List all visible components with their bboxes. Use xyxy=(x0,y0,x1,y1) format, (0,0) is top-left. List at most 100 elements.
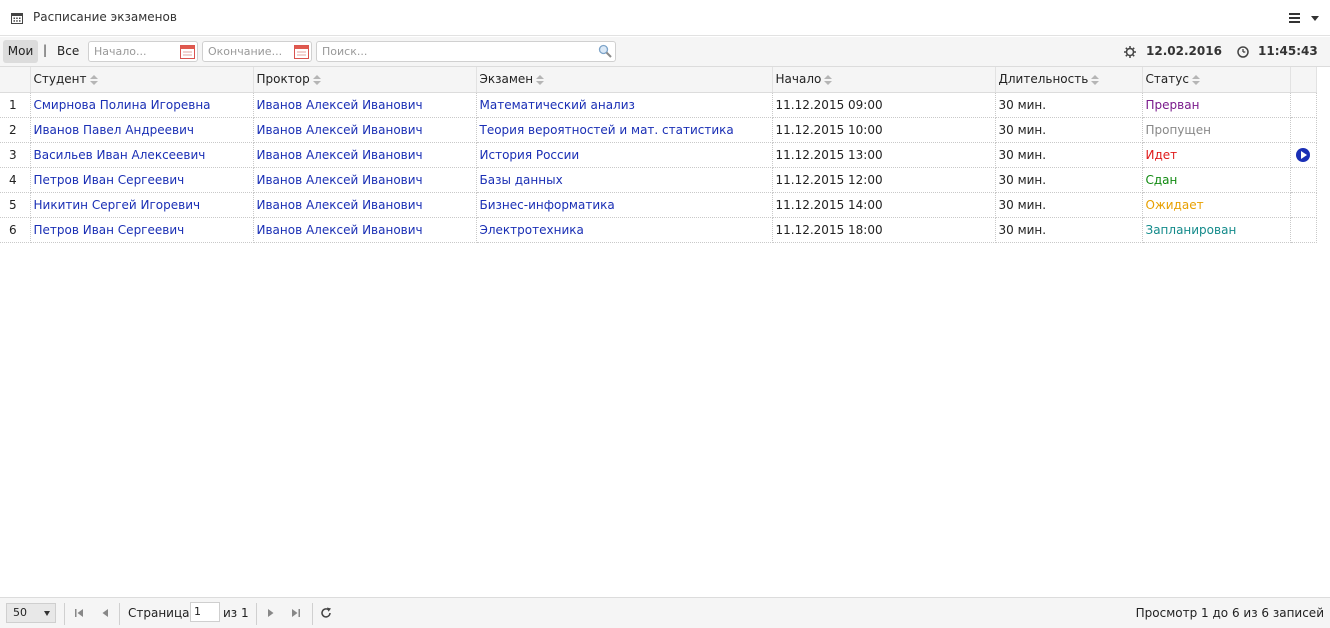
divider xyxy=(64,603,65,625)
row-actions xyxy=(1290,192,1317,218)
student-link[interactable]: Иванов Павел Андреевич xyxy=(34,123,195,137)
sort-icon[interactable] xyxy=(89,74,98,85)
exam-link[interactable]: Бизнес-информатика xyxy=(480,198,615,212)
page-label: Страница xyxy=(128,606,190,620)
row-number: 6 xyxy=(0,217,31,243)
last-page-icon[interactable] xyxy=(290,607,302,619)
row-number: 2 xyxy=(0,117,31,143)
table-row[interactable]: 5 Никитин Сергей Игоревич Иванов Алексей И… xyxy=(0,192,1317,218)
sort-icon[interactable] xyxy=(824,74,833,85)
exam-link[interactable]: Электротехника xyxy=(480,223,584,237)
start-time: 11.12.2015 13:00 xyxy=(772,142,996,168)
student-link[interactable]: Никитин Сергей Игоревич xyxy=(34,198,201,212)
table-row[interactable]: 2 Иванов Павел Андреевич Иванов Алексей Ив… xyxy=(0,117,1317,143)
sort-icon[interactable] xyxy=(1091,74,1100,85)
table-header-row: Студент Проктор Экзамен Начало Длительно… xyxy=(0,67,1317,93)
end-date-input[interactable]: Окончание... xyxy=(202,41,312,62)
column-header-duration[interactable]: Длительность xyxy=(995,67,1143,93)
exam-link[interactable]: Теория вероятностей и мат. статистика xyxy=(480,123,734,137)
divider xyxy=(312,603,313,625)
column-header-exam[interactable]: Экзамен xyxy=(476,67,773,93)
calendar-picker-icon[interactable] xyxy=(294,44,309,59)
column-header-start[interactable]: Начало xyxy=(772,67,996,93)
records-info: Просмотр 1 до 6 из 6 записей xyxy=(1135,606,1324,620)
next-page-icon[interactable] xyxy=(265,607,277,619)
proctor-link[interactable]: Иванов Алексей Иванович xyxy=(257,123,423,137)
sort-icon[interactable] xyxy=(536,74,545,85)
row-number-header xyxy=(0,67,31,93)
filter-mine-button[interactable]: Мои xyxy=(3,40,38,63)
clock-icon xyxy=(1237,46,1249,58)
start-time: 11.12.2015 14:00 xyxy=(772,192,996,218)
calendar-picker-icon[interactable] xyxy=(180,44,195,59)
duration: 30 мин. xyxy=(995,142,1143,168)
previous-page-icon[interactable] xyxy=(99,607,111,619)
chevron-down-icon[interactable] xyxy=(1311,16,1319,21)
current-date: 12.02.2016 xyxy=(1146,44,1222,58)
duration: 30 мин. xyxy=(995,117,1143,143)
current-time: 11:45:43 xyxy=(1258,44,1318,58)
title-bar: Расписание экзаменов xyxy=(0,0,1330,36)
duration: 30 мин. xyxy=(995,217,1143,243)
end-date-placeholder: Окончание... xyxy=(208,45,283,58)
gear-icon[interactable] xyxy=(1124,46,1136,58)
search-icon[interactable] xyxy=(598,44,612,58)
column-header-proctor[interactable]: Проктор xyxy=(253,67,477,93)
exam-link[interactable]: Базы данных xyxy=(480,173,563,187)
toolbar: Мои | Все Начало... Окончание... Поиск..… xyxy=(0,37,1330,67)
student-link[interactable]: Петров Иван Сергеевич xyxy=(34,173,185,187)
play-icon[interactable] xyxy=(1296,147,1310,162)
row-actions xyxy=(1290,92,1317,118)
status-label: Сдан xyxy=(1142,167,1291,193)
divider xyxy=(256,603,257,625)
page-total: из 1 xyxy=(223,606,249,620)
column-header-status[interactable]: Статус xyxy=(1142,67,1291,93)
status-label: Идет xyxy=(1142,142,1291,168)
search-input[interactable]: Поиск... xyxy=(316,41,616,62)
hamburger-menu-icon[interactable] xyxy=(1289,13,1300,23)
row-actions xyxy=(1290,167,1317,193)
page-number-input[interactable]: 1 xyxy=(190,602,220,622)
student-link[interactable]: Васильев Иван Алексеевич xyxy=(34,148,206,162)
row-actions xyxy=(1290,117,1317,143)
student-link[interactable]: Петров Иван Сергеевич xyxy=(34,223,185,237)
table-row[interactable]: 4 Петров Иван Сергеевич Иванов Алексей Ива… xyxy=(0,167,1317,193)
table-row[interactable]: 6 Петров Иван Сергеевич Иванов Алексей Ива… xyxy=(0,217,1317,243)
exam-link[interactable]: Математический анализ xyxy=(480,98,635,112)
start-time: 11.12.2015 12:00 xyxy=(772,167,996,193)
start-date-input[interactable]: Начало... xyxy=(88,41,198,62)
calendar-icon xyxy=(11,13,23,24)
row-number: 1 xyxy=(0,92,31,118)
status-label: Прерван xyxy=(1142,92,1291,118)
start-time: 11.12.2015 18:00 xyxy=(772,217,996,243)
duration: 30 мин. xyxy=(995,92,1143,118)
divider xyxy=(119,603,120,625)
first-page-icon[interactable] xyxy=(73,607,85,619)
refresh-icon[interactable] xyxy=(320,607,332,619)
table-row[interactable]: 3 Васильев Иван Алексеевич Иванов Алексей … xyxy=(0,142,1317,168)
proctor-link[interactable]: Иванов Алексей Иванович xyxy=(257,98,423,112)
student-link[interactable]: Смирнова Полина Игоревна xyxy=(34,98,211,112)
start-time: 11.12.2015 10:00 xyxy=(772,117,996,143)
start-time: 11.12.2015 09:00 xyxy=(772,92,996,118)
table-row[interactable]: 1 Смирнова Полина Игоревна Иванов Алексей … xyxy=(0,92,1317,118)
filter-all-button[interactable]: Все xyxy=(57,44,79,58)
page-size-select[interactable]: 50 xyxy=(6,603,56,623)
start-date-placeholder: Начало... xyxy=(94,45,147,58)
duration: 30 мин. xyxy=(995,167,1143,193)
sort-icon[interactable] xyxy=(1191,74,1200,85)
row-actions xyxy=(1290,217,1317,243)
status-label: Запланирован xyxy=(1142,217,1291,243)
proctor-link[interactable]: Иванов Алексей Иванович xyxy=(257,148,423,162)
row-actions xyxy=(1290,142,1317,168)
exam-schedule-table: Студент Проктор Экзамен Начало Длительно… xyxy=(0,67,1317,243)
actions-header xyxy=(1290,67,1317,93)
proctor-link[interactable]: Иванов Алексей Иванович xyxy=(257,223,423,237)
status-label: Пропущен xyxy=(1142,117,1291,143)
sort-icon[interactable] xyxy=(312,74,321,85)
column-header-student[interactable]: Студент xyxy=(30,67,254,93)
proctor-link[interactable]: Иванов Алексей Иванович xyxy=(257,198,423,212)
proctor-link[interactable]: Иванов Алексей Иванович xyxy=(257,173,423,187)
exam-link[interactable]: История России xyxy=(480,148,580,162)
pager: 50 Страница 1 из 1 Просмотр 1 до 6 из 6 … xyxy=(0,597,1330,628)
